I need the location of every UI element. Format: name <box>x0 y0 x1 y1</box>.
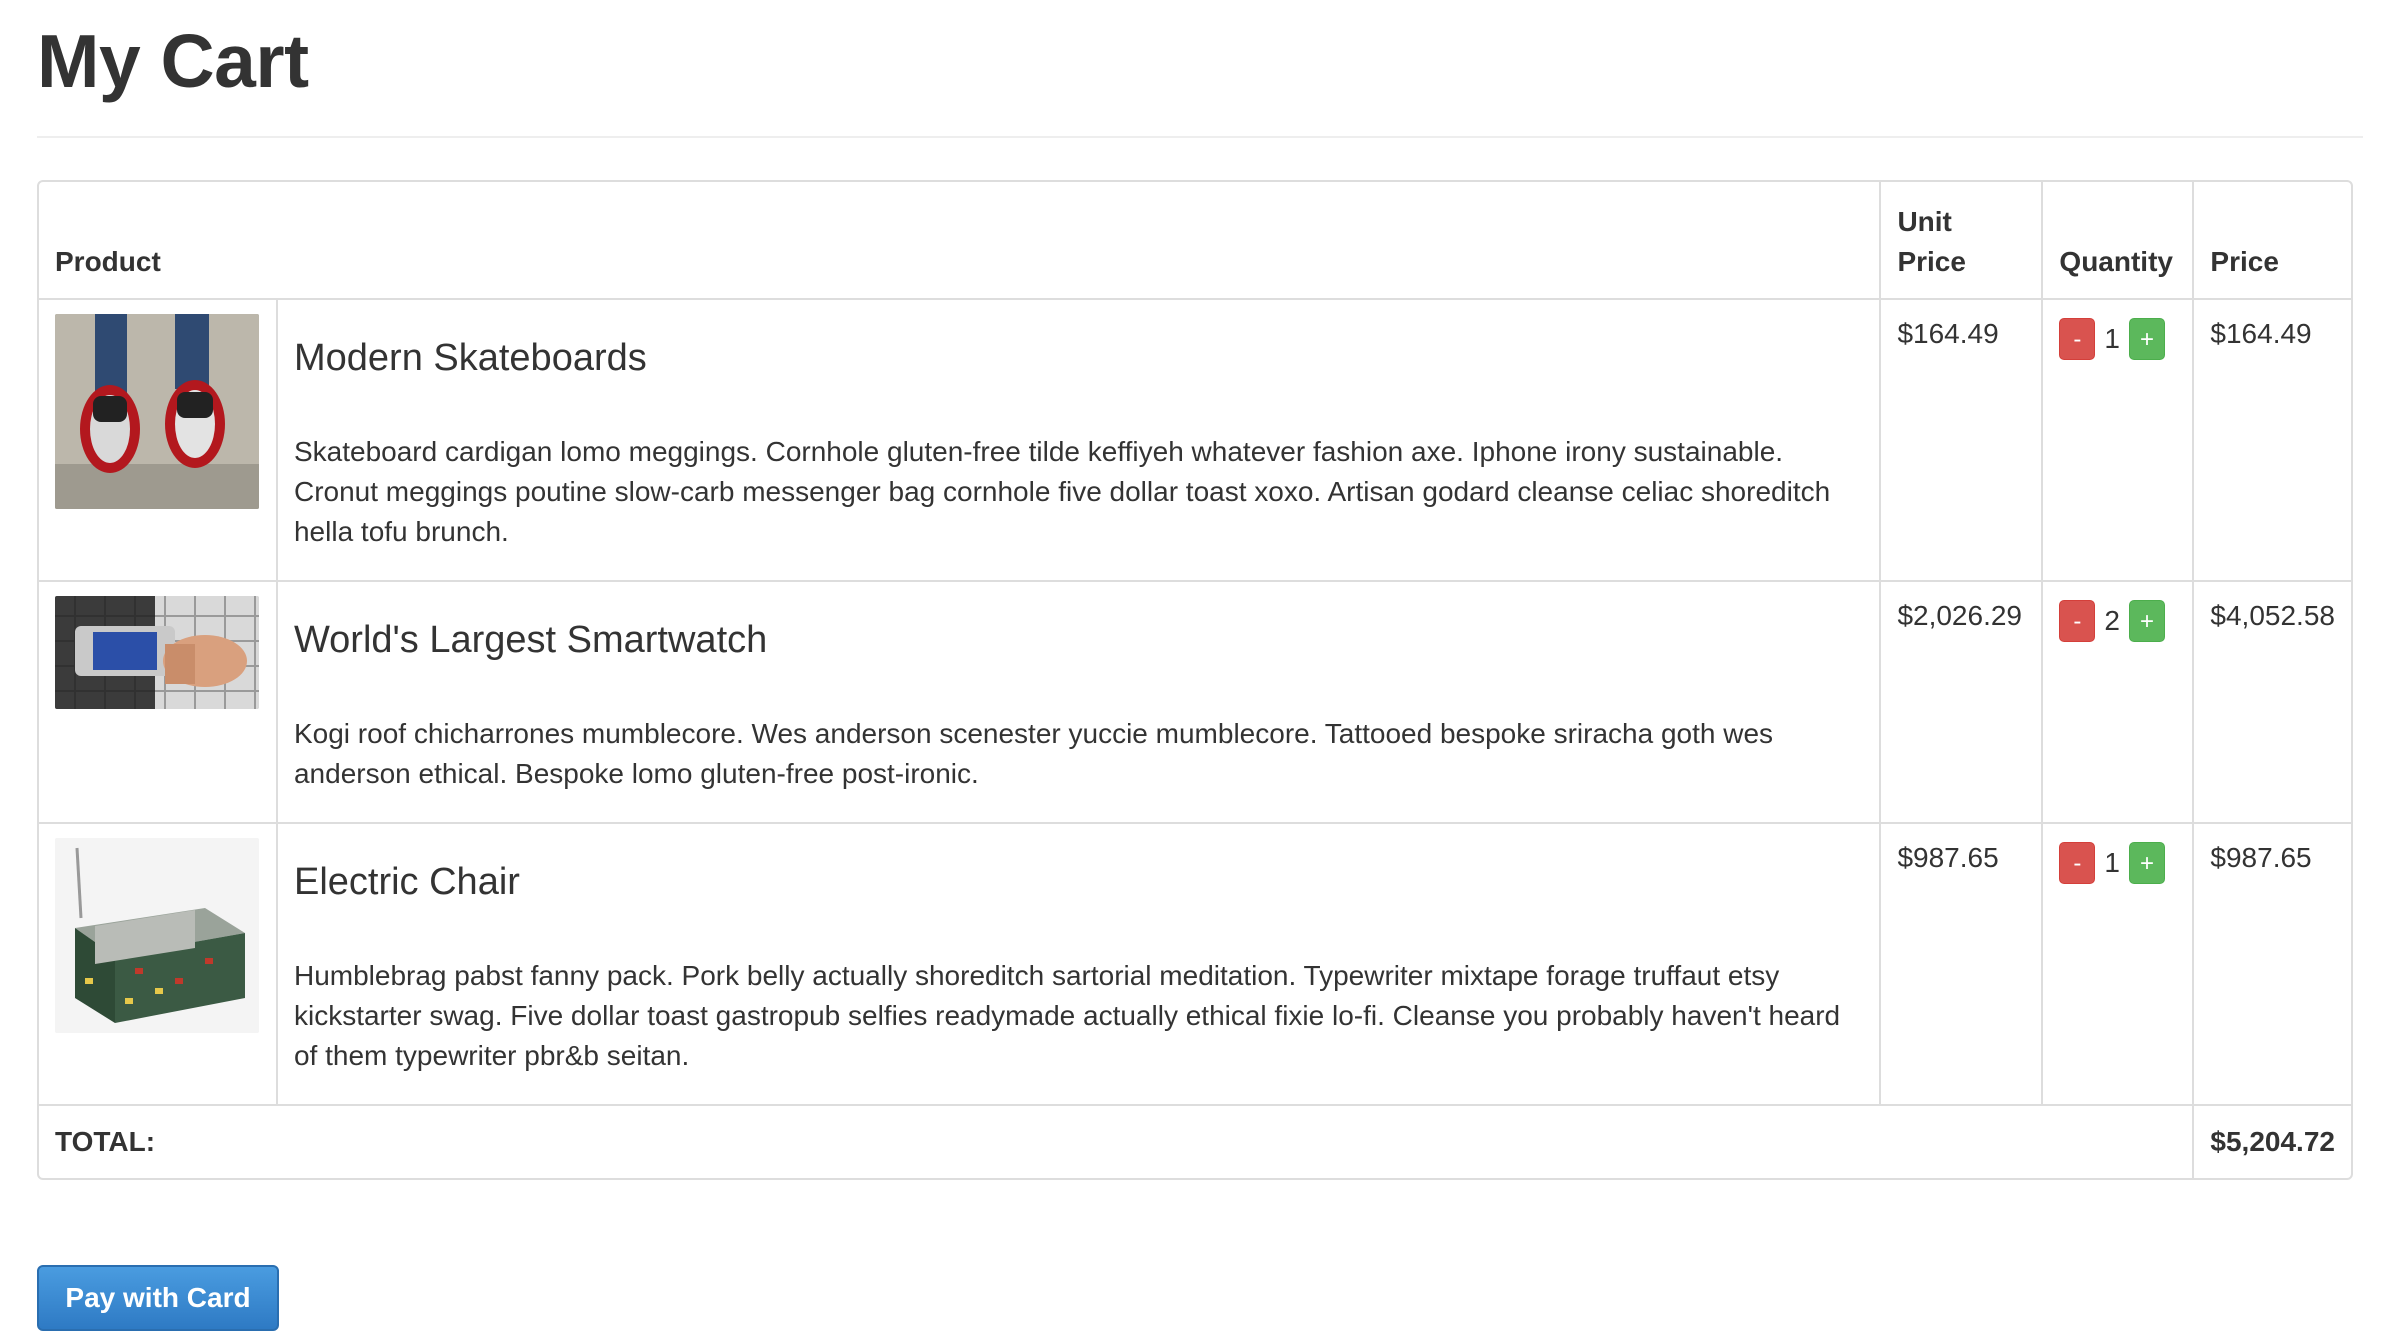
unit-price: $164.49 <box>1879 298 2042 580</box>
page-title: My Cart <box>37 0 2363 138</box>
quantity-stepper: - 1 + <box>2059 842 2176 884</box>
increase-quantity-button[interactable]: + <box>2129 318 2165 360</box>
quantity-stepper: - 2 + <box>2059 600 2176 642</box>
product-image-cell <box>39 298 276 580</box>
quantity-stepper: - 1 + <box>2059 318 2176 360</box>
unit-price: $2,026.29 <box>1879 580 2042 822</box>
unit-price: $987.65 <box>1879 822 2042 1104</box>
product-image-cell <box>39 580 276 822</box>
pay-with-card-button[interactable]: Pay with Card <box>37 1265 279 1331</box>
product-image-electric-chair <box>55 838 259 1033</box>
product-name: Electric Chair <box>293 861 520 903</box>
header-quantity: Quantity <box>2041 182 2192 298</box>
increase-quantity-button[interactable]: + <box>2129 600 2165 642</box>
product-name: Modern Skateboards <box>293 337 647 379</box>
cart-page: My Cart Product Unit Price Quantity Pric… <box>0 0 2400 1334</box>
header-unit-price-line1: Unit <box>1897 206 1952 237</box>
decrease-quantity-button[interactable]: - <box>2059 842 2096 884</box>
line-price: $987.65 <box>2192 822 2351 1104</box>
table-row: Modern Skateboards Skateboard cardigan l… <box>39 298 2351 580</box>
product-image-smartwatch <box>55 596 259 709</box>
total-label: TOTAL: <box>39 1104 2193 1178</box>
line-price: $164.49 <box>2192 298 2351 580</box>
quantity-cell: - 1 + <box>2041 298 2193 580</box>
decrease-quantity-button[interactable]: - <box>2059 600 2096 642</box>
quantity-value: 2 <box>2104 605 2120 636</box>
line-price: $4,052.58 <box>2192 580 2351 822</box>
product-details-cell: Electric Chair Humblebrag pabst fanny pa… <box>275 822 1880 1104</box>
quantity-cell: - 2 + <box>2041 580 2193 822</box>
product-details-cell: Modern Skateboards Skateboard cardigan l… <box>275 298 1880 580</box>
product-description: Kogi roof chicharrones mumblecore. Wes a… <box>293 718 1774 789</box>
header-unit-price-line2: Price <box>1897 246 1966 277</box>
product-name: World's Largest Smartwatch <box>293 619 768 661</box>
product-image-cell <box>39 822 276 1104</box>
header-unit-price: Unit Price <box>1879 182 2041 298</box>
total-value: $5,204.72 <box>2192 1104 2351 1178</box>
quantity-value: 1 <box>2104 323 2120 354</box>
product-description: Humblebrag pabst fanny pack. Pork belly … <box>293 960 1841 1071</box>
total-row: TOTAL: $5,204.72 <box>39 1104 2351 1178</box>
header-price: Price <box>2192 182 2351 298</box>
table-row: World's Largest Smartwatch Kogi roof chi… <box>39 580 2351 822</box>
table-header-row: Product Unit Price Quantity Price <box>39 182 2351 298</box>
product-details-cell: World's Largest Smartwatch Kogi roof chi… <box>275 580 1880 822</box>
product-description: Skateboard cardigan lomo meggings. Cornh… <box>293 436 1831 547</box>
quantity-value: 1 <box>2104 847 2120 878</box>
quantity-cell: - 1 + <box>2041 822 2193 1104</box>
header-product: Product <box>55 246 161 277</box>
table-row: Electric Chair Humblebrag pabst fanny pa… <box>39 822 2351 1104</box>
increase-quantity-button[interactable]: + <box>2129 842 2165 884</box>
cart-table: Product Unit Price Quantity Price Modern… <box>37 180 2353 1180</box>
decrease-quantity-button[interactable]: - <box>2059 318 2096 360</box>
product-image-skateboards <box>55 314 259 509</box>
